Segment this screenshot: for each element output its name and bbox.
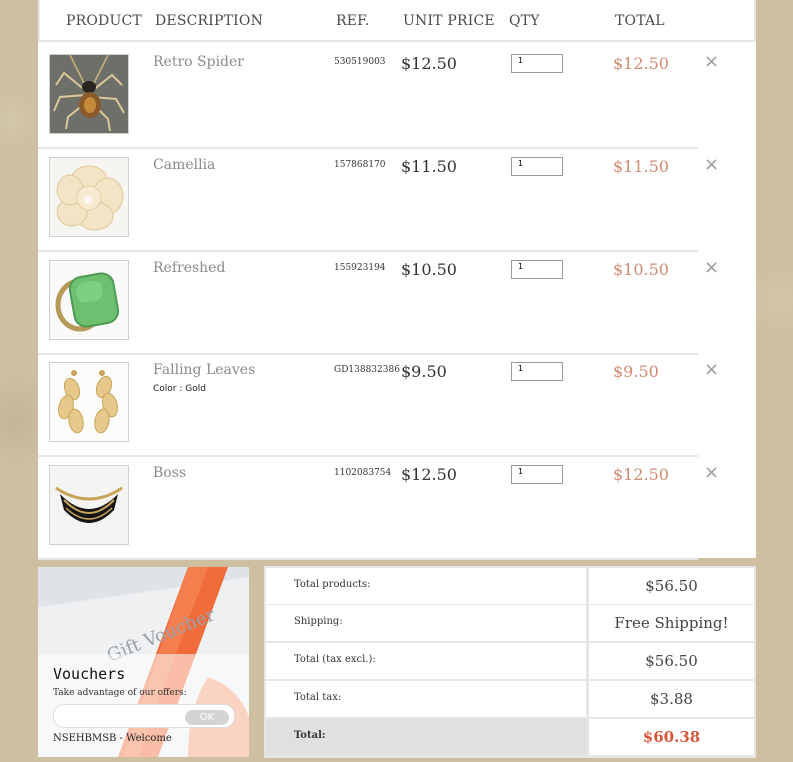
product-image-ring[interactable] (49, 260, 129, 340)
line-total: $11.50 (613, 157, 669, 176)
quantity-input[interactable]: 1 (511, 260, 563, 279)
unit-price: $12.50 (401, 465, 457, 484)
header-total: TOTAL (615, 13, 665, 29)
summary-value: $56.50 (589, 643, 754, 679)
summary-row-shipping: Shipping: Free Shipping! (266, 605, 754, 641)
line-total: $12.50 (613, 465, 669, 484)
grand-total-value: $60.38 (589, 719, 754, 755)
header-product: PRODUCT (66, 13, 142, 29)
product-image-necklace[interactable] (49, 465, 129, 545)
unit-price: $10.50 (401, 260, 457, 279)
product-name[interactable]: Falling Leaves (153, 362, 255, 378)
product-ref: 155923194 (334, 263, 386, 273)
summary-row-total-tax: Total tax: $3.88 (266, 681, 754, 717)
cart-row: Camellia 157868170 $11.50 1 $11.50 × (38, 147, 719, 252)
voucher-title: Vouchers (53, 665, 126, 683)
header-ref: REF. (336, 13, 370, 29)
unit-price: $11.50 (401, 157, 457, 176)
product-ref: GD138832386 (334, 365, 400, 375)
quantity-input[interactable]: 1 (511, 362, 563, 381)
product-name[interactable]: Camellia (153, 157, 215, 173)
product-ref: 1102083754 (334, 468, 392, 478)
summary-row-total-products: Total products: $56.50 (266, 568, 754, 604)
summary-value: $56.50 (589, 568, 754, 604)
product-image-camellia[interactable] (49, 157, 129, 237)
cart-row: Boss 1102083754 $12.50 1 $12.50 × (38, 455, 719, 560)
order-summary: Total products: $56.50 Shipping: Free Sh… (264, 566, 756, 758)
summary-value: Free Shipping! (589, 605, 754, 641)
line-total: $10.50 (613, 260, 669, 279)
unit-price: $9.50 (401, 362, 447, 381)
product-image-spider[interactable] (49, 54, 129, 134)
summary-label: Total tax: (266, 681, 586, 717)
voucher-ok-button[interactable]: OK (185, 710, 229, 725)
cart-row: Refreshed 155923194 $10.50 1 $10.50 × (38, 250, 719, 355)
summary-value: $3.88 (589, 681, 754, 717)
quantity-input[interactable]: 1 (511, 157, 563, 176)
product-name[interactable]: Retro Spider (153, 54, 244, 70)
product-name[interactable]: Refreshed (153, 260, 225, 276)
line-total: $9.50 (613, 362, 659, 381)
summary-label: Total: (266, 719, 586, 755)
remove-item-icon[interactable]: × (704, 259, 719, 277)
voucher-box: Gift Voucher Vouchers Take advantage of … (38, 567, 249, 757)
summary-row-tax-excl: Total (tax excl.): $56.50 (266, 643, 754, 679)
quantity-input[interactable]: 1 (511, 54, 563, 73)
remove-item-icon[interactable]: × (704, 361, 719, 379)
product-ref: 157868170 (334, 160, 386, 170)
summary-label: Shipping: (266, 605, 586, 641)
product-name[interactable]: Boss (153, 465, 186, 481)
voucher-code-link[interactable]: NSEHBMSB - Welcome (53, 733, 172, 744)
cart-row: Retro Spider 530519003 $12.50 1 $12.50 × (38, 44, 719, 149)
product-image-earrings[interactable] (49, 362, 129, 442)
remove-item-icon[interactable]: × (704, 156, 719, 174)
header-qty: QTY (509, 13, 540, 29)
summary-label: Total products: (266, 568, 586, 604)
quantity-input[interactable]: 1 (511, 465, 563, 484)
cart-table-header: PRODUCT DESCRIPTION REF. UNIT PRICE QTY … (38, 0, 756, 42)
header-description: DESCRIPTION (155, 13, 264, 29)
product-attribute: Color : Gold (153, 384, 206, 394)
voucher-subtitle: Take advantage of our offers: (53, 688, 187, 698)
remove-item-icon[interactable]: × (704, 464, 719, 482)
unit-price: $12.50 (401, 54, 457, 73)
cart-row: Falling Leaves Color : Gold GD138832386 … (38, 352, 719, 457)
product-ref: 530519003 (334, 57, 386, 67)
summary-label: Total (tax excl.): (266, 643, 586, 679)
remove-item-icon[interactable]: × (704, 53, 719, 71)
cart-table: PRODUCT DESCRIPTION REF. UNIT PRICE QTY … (38, 0, 756, 560)
header-unit-price: UNIT PRICE (403, 13, 495, 29)
line-total: $12.50 (613, 54, 669, 73)
summary-row-grand-total: Total: $60.38 (266, 719, 754, 755)
